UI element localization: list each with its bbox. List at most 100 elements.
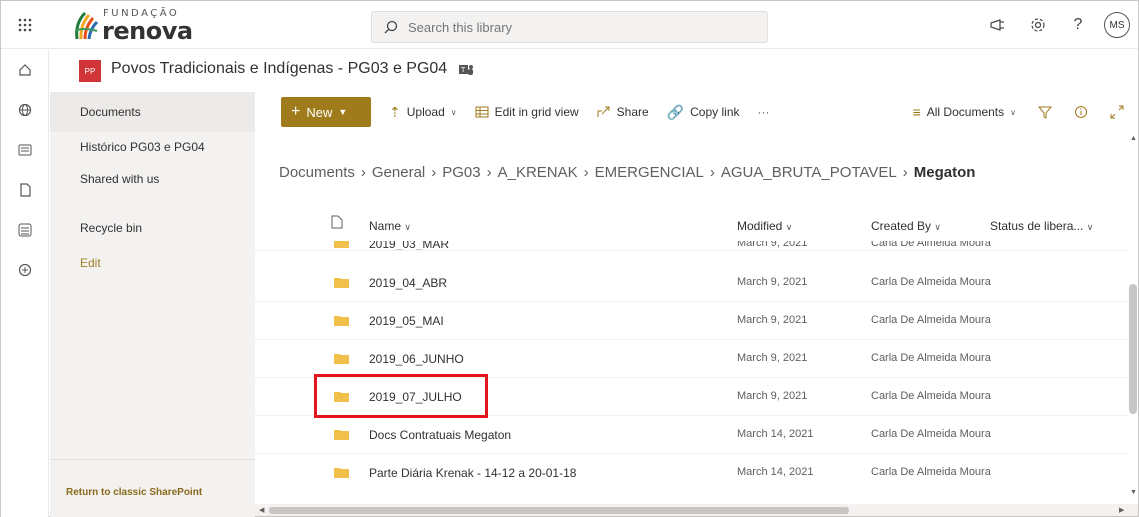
megaphone-icon[interactable] [978, 1, 1018, 49]
scroll-left-arrow-icon[interactable]: ◀ [259, 506, 264, 514]
nav-item-historico[interactable]: Histórico PG03 e PG04 [50, 132, 255, 170]
column-header-created-by[interactable]: Created By ∨ [871, 219, 941, 233]
row-modified: March 9, 2021 [737, 352, 808, 364]
table-row[interactable]: 2019_04_ABR March 9, 2021 Carla De Almei… [255, 264, 1128, 302]
nav-item-recycle-bin[interactable]: Recycle bin [50, 208, 255, 248]
edit-grid-button[interactable]: Edit in grid view [475, 105, 579, 119]
column-status-label: Status de libera... [990, 219, 1084, 233]
return-to-classic-link[interactable]: Return to classic SharePoint [66, 487, 202, 498]
folder-icon [334, 468, 349, 478]
home-icon[interactable] [1, 50, 49, 90]
row-modified: March 9, 2021 [737, 390, 808, 402]
suite-bar: FUNDAÇÃO renova ? MS [1, 1, 1138, 49]
scroll-down-arrow-icon[interactable]: ▼ [1130, 489, 1137, 496]
row-name[interactable]: 2019_05_MAI [369, 314, 444, 328]
folder-icon [334, 316, 349, 326]
filter-icon[interactable] [1038, 105, 1052, 119]
new-button[interactable]: + New ▼ [281, 97, 371, 127]
row-created-by: Carla De Almeida Moura [871, 314, 991, 326]
row-modified: March 14, 2021 [737, 466, 814, 478]
table-row[interactable]: Parte Diária Krenak - 14-12 a 20-01-18 M… [255, 454, 1128, 492]
folder-icon [334, 430, 349, 440]
vertical-scroll-thumb[interactable] [1129, 284, 1137, 414]
share-icon [597, 106, 610, 117]
breadcrumb-a-krenak[interactable]: A_KRENAK [498, 164, 578, 181]
table-row[interactable]: 2019_06_JUNHO March 9, 2021 Carla De Alm… [255, 340, 1128, 378]
search-box[interactable] [371, 11, 768, 43]
nav-edit-link[interactable]: Edit [50, 248, 255, 278]
site-logo[interactable]: PP [79, 60, 101, 82]
row-name[interactable]: Docs Contratuais Megaton [369, 428, 511, 442]
chevron-down-icon: ∨ [450, 107, 457, 117]
globe-icon[interactable] [1, 90, 49, 130]
breadcrumb-pg03[interactable]: PG03 [442, 164, 480, 181]
column-header-status[interactable]: Status de libera... ∨ [990, 219, 1093, 233]
document-icon[interactable] [1, 170, 49, 210]
scroll-up-arrow-icon[interactable]: ▲ [1130, 135, 1137, 142]
row-modified: March 9, 2021 [737, 276, 808, 288]
folder-icon [334, 278, 349, 288]
row-modified: March 9, 2021 [737, 314, 808, 326]
table-row[interactable]: 2019_05_MAI March 9, 2021 Carla De Almei… [255, 302, 1128, 340]
view-selector[interactable]: ≡ All Documents ∨ [913, 104, 1016, 120]
site-header: PP Povos Tradicionais e Indígenas - PG03… [49, 50, 1138, 92]
edit-grid-label: Edit in grid view [494, 105, 579, 119]
more-commands-button[interactable]: ··· [758, 105, 770, 119]
expand-icon[interactable] [1110, 105, 1124, 119]
breadcrumb-current-megaton: Megaton [913, 164, 976, 181]
folder-icon [334, 241, 349, 248]
table-row[interactable]: Docs Contratuais Megaton March 14, 2021 … [255, 416, 1128, 454]
row-modified: March 9, 2021 [737, 241, 808, 249]
search-input[interactable] [408, 19, 708, 35]
search-icon [384, 20, 398, 34]
suite-actions: ? MS [978, 1, 1130, 49]
row-name[interactable]: Parte Diária Krenak - 14-12 a 20-01-18 [369, 466, 576, 480]
settings-gear-icon[interactable] [1018, 1, 1058, 49]
column-header-name[interactable]: Name ∨ [369, 219, 411, 233]
chevron-down-icon: ▼ [338, 107, 348, 117]
row-created-by: Carla De Almeida Moura [871, 352, 991, 364]
view-controls: ≡ All Documents ∨ [913, 92, 1138, 132]
upload-arrow-icon: ⇡ [389, 103, 401, 120]
column-created-by-label: Created By [871, 219, 932, 233]
breadcrumb-separator-icon: › [486, 164, 492, 181]
info-icon[interactable] [1074, 105, 1088, 119]
lists-icon[interactable] [1, 210, 49, 250]
column-modified-label: Modified [737, 219, 783, 233]
chevron-down-icon: ∨ [404, 222, 411, 232]
help-question-icon[interactable]: ? [1058, 1, 1098, 49]
chevron-down-icon: ∨ [934, 222, 941, 232]
row-name[interactable]: 2019_03_MAR [369, 241, 449, 250]
breadcrumb-agua-bruta-potavel[interactable]: AGUA_BRUTA_POTAVEL [721, 164, 897, 181]
nav-item-documents[interactable]: Documents [50, 92, 255, 132]
table-row[interactable]: 2019_03_MAR March 9, 2021 Carla De Almei… [255, 241, 1128, 251]
command-bar: + New ▼ ⇡ Upload ∨ Edit in grid view Sha… [255, 92, 1138, 132]
column-name-label: Name [369, 219, 402, 233]
create-plus-icon[interactable] [1, 250, 49, 290]
nav-item-shared-with-us[interactable]: Shared with us [50, 170, 255, 208]
news-icon[interactable] [1, 130, 49, 170]
row-created-by: Carla De Almeida Moura [871, 241, 991, 249]
plus-icon: + [291, 103, 301, 120]
horizontal-scroll-thumb[interactable] [269, 507, 849, 514]
row-name[interactable]: 2019_04_ABR [369, 276, 447, 290]
breadcrumb-documents[interactable]: Documents [279, 164, 355, 181]
app-launcher-icon[interactable] [1, 1, 49, 49]
user-avatar[interactable]: MS [1104, 12, 1130, 38]
breadcrumb-general[interactable]: General [372, 164, 425, 181]
file-type-icon[interactable] [331, 215, 343, 229]
renova-logo[interactable]: FUNDAÇÃO renova [73, 7, 213, 45]
scroll-right-arrow-icon[interactable]: ▶ [1119, 506, 1124, 514]
left-navigation: Documents Histórico PG03 e PG04 Shared w… [50, 92, 255, 517]
breadcrumb-separator-icon: › [360, 164, 366, 181]
upload-button[interactable]: ⇡ Upload ∨ [389, 104, 457, 121]
breadcrumb: Documents › General › PG03 › A_KRENAK › EMERGENC… [279, 164, 975, 181]
breadcrumb-emergencial[interactable]: EMERGENCIAL [595, 164, 704, 181]
chevron-down-icon: ∨ [785, 222, 793, 232]
share-button[interactable]: Share [597, 105, 649, 119]
row-name[interactable]: 2019_06_JUNHO [369, 352, 464, 366]
copy-link-button[interactable]: 🔗 Copy link [667, 104, 740, 121]
teams-icon[interactable]: T [458, 62, 474, 78]
column-header-modified[interactable]: Modified ∨ [737, 219, 792, 233]
site-title[interactable]: Povos Tradicionais e Indígenas - PG03 e … [111, 60, 447, 78]
